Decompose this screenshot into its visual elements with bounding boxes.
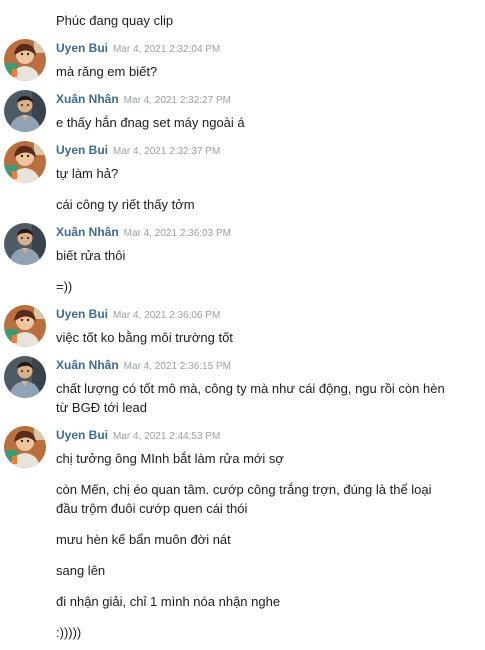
uyen-avatar-image: [4, 141, 46, 183]
message-header: Xuân Nhân Mar 4, 2021 2:36:03 PM: [56, 224, 456, 242]
message-text: việc tốt ko bằng môi trường tốt: [56, 330, 233, 345]
message-text: còn Mến, chị éo quan tâm. cướp công trắn…: [56, 482, 432, 516]
author-name[interactable]: Xuân Nhân: [56, 358, 119, 372]
uyen-avatar-image: [4, 426, 46, 468]
message-text: cái công ty riết thấy tởm: [56, 197, 195, 212]
nhan-avatar-image: [4, 223, 46, 265]
message-text: =)): [56, 279, 73, 294]
nhan-avatar-image: [4, 356, 46, 398]
message-text: :))))): [56, 625, 82, 640]
author-name[interactable]: Xuân Nhân: [56, 225, 119, 239]
message-header: Uyen Bui Mar 4, 2021 2:32:37 PM: [56, 142, 456, 160]
message-text: Phúc đang quay clip: [56, 13, 174, 28]
message-timestamp: Mar 4, 2021 2:32:27 PM: [123, 95, 231, 106]
author-name[interactable]: Xuân Nhân: [56, 92, 119, 106]
message-timestamp: Mar 4, 2021 2:32:04 PM: [113, 44, 221, 55]
message-header: Uyen Bui Mar 4, 2021 2:36:06 PM: [56, 306, 456, 324]
message-text: chất lượng có tốt mô mà, công ty mà như …: [56, 381, 445, 415]
message-timestamp: Mar 4, 2021 2:44:53 PM: [113, 431, 221, 442]
message-text: chị tưởng ông MInh bắt làm rửa mới sợ: [56, 451, 284, 466]
message-header: Xuân Nhân Mar 4, 2021 2:32:27 PM: [56, 91, 456, 109]
uyen-avatar-image: [4, 39, 46, 81]
message-text: đi nhận giải, chỉ 1 mình nóa nhận nghe: [56, 594, 281, 609]
nhan-avatar-image: [4, 90, 46, 132]
message-text: e thấy hắn đnag set máy ngoài á: [56, 115, 245, 130]
message-timestamp: Mar 4, 2021 2:36:03 PM: [123, 228, 231, 239]
message-text: mà răng em biết?: [56, 64, 158, 79]
avatar[interactable]: [4, 90, 46, 132]
author-name[interactable]: Uyen Bui: [56, 307, 108, 321]
avatar[interactable]: [4, 141, 46, 183]
avatar[interactable]: [4, 223, 46, 265]
message-text: tự làm hả?: [56, 166, 119, 181]
author-name[interactable]: Uyen Bui: [56, 143, 108, 157]
avatar[interactable]: [4, 305, 46, 347]
avatar[interactable]: [4, 356, 46, 398]
author-name[interactable]: Uyen Bui: [56, 41, 108, 55]
avatar[interactable]: [4, 426, 46, 468]
uyen-avatar-image: [4, 305, 46, 347]
message-header: Uyen Bui Mar 4, 2021 2:44:53 PM: [56, 427, 456, 445]
message-header: Xuân Nhân Mar 4, 2021 2:36:15 PM: [56, 357, 456, 375]
message-timestamp: Mar 4, 2021 2:36:06 PM: [113, 310, 221, 321]
avatar[interactable]: [4, 39, 46, 81]
message-header: Uyen Bui Mar 4, 2021 2:32:04 PM: [56, 40, 456, 58]
message-text: sang lên: [56, 563, 106, 578]
author-name[interactable]: Uyen Bui: [56, 428, 108, 442]
message-text: biết rửa thôi: [56, 248, 126, 263]
message-timestamp: Mar 4, 2021 2:36:15 PM: [123, 361, 231, 372]
message-text: mưu hèn kế bẩn muôn đời nát: [56, 532, 231, 547]
message-timestamp: Mar 4, 2021 2:32:37 PM: [113, 146, 221, 157]
chat-message-list: Phúc đang quay clip Uyen Bui Mar 4, 2021 …: [0, 0, 485, 650]
